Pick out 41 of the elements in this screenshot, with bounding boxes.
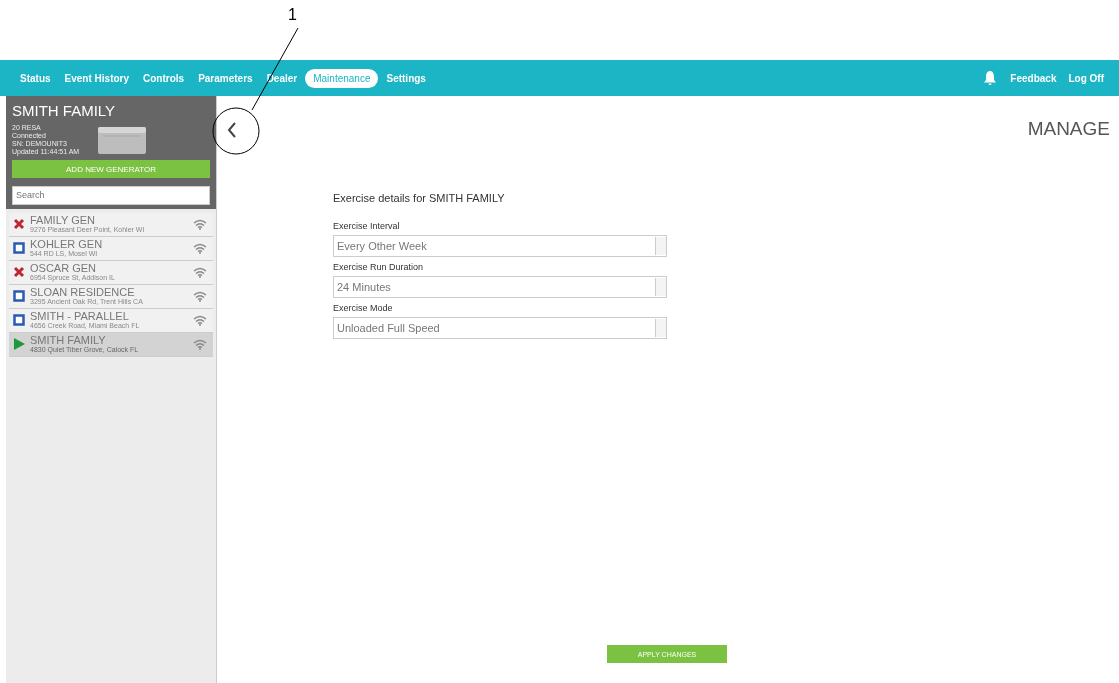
wifi-icon xyxy=(193,314,207,326)
page-heading: MANAGE xyxy=(1027,118,1110,140)
dropdown[interactable]: 24 Minutes xyxy=(333,276,667,298)
dropdown[interactable]: Unloaded Full Speed xyxy=(333,317,667,339)
search-field[interactable]: Search xyxy=(12,185,210,205)
callout-number: 1 xyxy=(288,6,297,24)
generator-title: OSCAR GEN xyxy=(30,262,97,274)
nav-tab[interactable]: Settings xyxy=(380,68,432,88)
field-label: Exercise Run Duration xyxy=(333,262,425,272)
form-title: Exercise details for SMITH FAMILY xyxy=(333,192,506,204)
square-icon xyxy=(13,314,25,326)
nav-tab[interactable]: Status xyxy=(14,68,57,88)
wifi-icon xyxy=(193,290,207,302)
wifi-icon xyxy=(193,338,207,350)
generator-title: SMITH - PARALLEL xyxy=(30,310,130,322)
wifi-icon xyxy=(193,266,207,278)
square-icon xyxy=(13,242,25,254)
nav-tab[interactable]: Event History xyxy=(58,68,136,88)
generator-name: SMITH FAMILY xyxy=(12,102,117,119)
nav-tab[interactable]: Controls xyxy=(137,68,191,88)
generator-title: FAMILY GEN xyxy=(30,214,96,226)
dropdown[interactable]: Every Other Week xyxy=(333,235,667,257)
generator-title: SMITH FAMILY xyxy=(30,334,107,346)
generator-title: SLOAN RESIDENCE xyxy=(30,286,136,298)
play-icon xyxy=(13,338,25,350)
nav-link[interactable]: Log Off xyxy=(1063,72,1109,84)
nav-link[interactable]: Feedback xyxy=(1005,72,1062,84)
back-chevron-icon[interactable] xyxy=(225,120,239,140)
field-label: Exercise Mode xyxy=(333,303,394,313)
generator-title: KOHLER GEN xyxy=(30,238,104,250)
generator-drawing xyxy=(97,125,148,155)
nav-tab[interactable]: Dealer xyxy=(260,68,304,88)
square-icon xyxy=(13,290,25,302)
nav-tab[interactable]: Maintenance xyxy=(305,68,379,88)
wifi-icon xyxy=(193,242,207,254)
x-icon xyxy=(13,266,25,278)
wifi-icon xyxy=(193,218,207,230)
nav-tab[interactable]: Parameters xyxy=(192,68,259,88)
field-label: Exercise Interval xyxy=(333,221,401,231)
x-icon xyxy=(13,218,25,230)
add-generator-button[interactable]: ADD NEW GENERATOR xyxy=(12,160,210,178)
